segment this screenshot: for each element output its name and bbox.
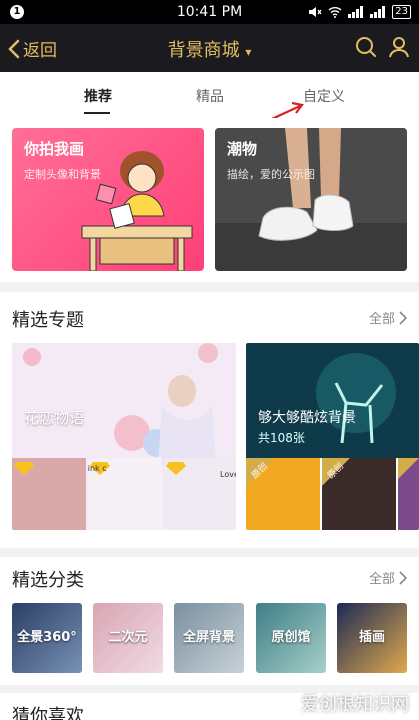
view-all-categories[interactable]: 全部 [369, 568, 407, 587]
section-title: 精选分类 [12, 570, 84, 591]
signal-icon [348, 6, 364, 18]
topic-thumb [398, 458, 419, 530]
category-label: 插画 [358, 630, 385, 645]
topic-thumb: I'll think c [88, 458, 162, 530]
page-title: 背景商城 [167, 40, 240, 61]
active-tab-indicator [84, 112, 110, 114]
topic-thumb: Love [164, 458, 236, 530]
girl-at-desk-illustration [81, 151, 193, 271]
nav-bar: 返回 背景商城 ▾ [0, 24, 419, 72]
status-icons: 23 [308, 5, 411, 19]
chevron-down-icon: ▾ [245, 45, 252, 59]
diamond-badge-icon [14, 462, 34, 475]
section-title: 猜你喜欢 [12, 706, 84, 720]
chevron-right-icon [399, 570, 407, 585]
category-fullscreen[interactable]: 全屏背景 [174, 603, 244, 673]
banner-area: 你拍我画 定制头像和背景 潮物 描绘，爱的公示图 [0, 118, 419, 282]
original-badge-icon [398, 458, 419, 479]
category-original[interactable]: 原创馆 [256, 603, 326, 673]
topic-title: 够大够酷炫背景 [258, 410, 356, 426]
topic-title: 花恋物语 [24, 409, 85, 427]
category-panorama[interactable]: 全景360° [12, 603, 82, 673]
user-icon[interactable] [389, 36, 409, 58]
watermark: 爱创根知识网 [301, 694, 409, 715]
topic-card-cool[interactable]: 够大够酷炫背景 共108张 原创 原创 [246, 343, 419, 530]
app-screen: 1 10:41 PM 23 返回 背景商城 ▾ 推荐 精品 自定义 你拍我画 定… [0, 0, 419, 720]
category-label: 二次元 [108, 630, 148, 645]
banner-trend[interactable]: 潮物 描绘，爱的公示图 [215, 128, 407, 271]
banner-title: 潮物 [227, 140, 258, 158]
categories-section: 精选分类 全部 全景360° 二次元 全屏背景 原创馆 插画 [0, 557, 419, 685]
more-label: 全部 [368, 312, 395, 327]
tab-recommend[interactable]: 推荐 [84, 86, 112, 106]
banner-draw-for-you[interactable]: 你拍我画 定制头像和背景 [12, 128, 204, 271]
featured-topics-section: 精选专题 全部 花恋物语 I'll think c Lo [0, 292, 419, 548]
tab-bar: 推荐 精品 自定义 [0, 72, 419, 131]
chevron-right-icon [399, 310, 407, 325]
category-label: 原创馆 [271, 630, 311, 645]
tab-custom[interactable]: 自定义 [303, 86, 345, 106]
battery-indicator: 23 [392, 5, 411, 19]
section-title: 精选专题 [12, 310, 84, 331]
topic-thumb [12, 458, 86, 530]
category-anime[interactable]: 二次元 [93, 603, 163, 673]
topic-thumb: 原创 [246, 458, 320, 530]
thumb-text: I'll think c [88, 464, 107, 473]
topic-count: 共108张 [258, 431, 305, 445]
signal-icon-2 [370, 6, 386, 18]
tab-premium[interactable]: 精品 [196, 86, 224, 106]
wifi-icon [328, 7, 342, 18]
mute-icon [309, 7, 322, 17]
status-bar: 1 10:41 PM 23 [0, 0, 419, 24]
topic-card-flower[interactable]: 花恋物语 I'll think c Love [12, 343, 236, 530]
view-all-topics[interactable]: 全部 [369, 308, 407, 327]
more-label: 全部 [368, 572, 395, 587]
thumb-text: Love [220, 470, 236, 479]
banner-subtitle: 描绘，爱的公示图 [227, 168, 315, 181]
topic-thumb: 原创 [322, 458, 396, 530]
diamond-badge-icon [166, 462, 186, 475]
category-label: 全景360° [17, 630, 77, 645]
category-label: 全屏背景 [182, 630, 235, 645]
search-icon[interactable] [355, 36, 377, 58]
category-illustration[interactable]: 插画 [337, 603, 407, 673]
